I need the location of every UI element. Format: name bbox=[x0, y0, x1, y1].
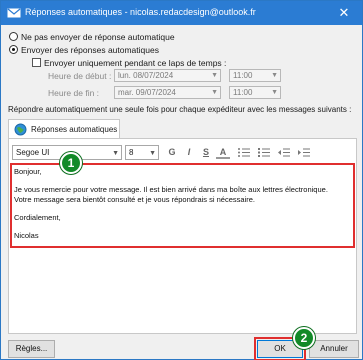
cancel-button[interactable]: Annuler bbox=[309, 340, 359, 358]
send-reply-label: Envoyer des réponses automatiques bbox=[21, 45, 159, 55]
no-reply-radio[interactable] bbox=[9, 32, 18, 41]
tab-auto-replies[interactable]: Réponses automatiques bbox=[8, 119, 120, 139]
message-line: Bonjour, bbox=[14, 167, 42, 176]
italic-button[interactable]: I bbox=[182, 146, 196, 159]
time-range-option[interactable]: Envoyer uniquement pendant ce laps de te… bbox=[32, 58, 226, 68]
time-range-label: Envoyer uniquement pendant ce laps de te… bbox=[44, 58, 227, 68]
start-time-label: Heure de début : bbox=[48, 71, 112, 81]
underline-button[interactable]: S bbox=[199, 146, 213, 159]
end-time-label: Heure de fin : bbox=[48, 88, 100, 98]
message-line: Votre message sera bientôt consulté et j… bbox=[14, 195, 255, 204]
step-badge-1: 1 bbox=[60, 152, 82, 174]
start-date-value: lun. 08/07/2024 bbox=[118, 71, 174, 80]
send-reply-radio[interactable] bbox=[9, 45, 18, 54]
message-line: Cordialement, bbox=[14, 213, 61, 222]
outlook-envelope-icon bbox=[7, 8, 21, 18]
chevron-down-icon: ▼ bbox=[271, 72, 278, 79]
auto-reply-dialog: Réponses automatiques - nicolas.redacdes… bbox=[0, 0, 363, 360]
start-date-field[interactable]: lun. 08/07/2024 ▼ bbox=[114, 69, 221, 82]
font-color-button[interactable]: A bbox=[216, 146, 230, 159]
end-time-value: 11:00 bbox=[233, 88, 253, 97]
end-date-value: mar. 09/07/2024 bbox=[118, 88, 176, 97]
chevron-down-icon: ▼ bbox=[271, 89, 278, 96]
decrease-indent-icon[interactable] bbox=[277, 147, 291, 158]
close-button[interactable]: ✕ bbox=[326, 1, 362, 25]
message-line: Je vous remercie pour votre message. Il … bbox=[14, 185, 328, 194]
globe-icon bbox=[14, 123, 27, 136]
message-editor[interactable]: Bonjour, Je vous remercie pour votre mes… bbox=[10, 164, 355, 248]
font-size-value: 8 bbox=[129, 148, 134, 157]
end-time-field[interactable]: 11:00 ▼ bbox=[229, 86, 281, 99]
font-size-select[interactable]: 8 ▼ bbox=[125, 145, 159, 160]
time-range-checkbox[interactable] bbox=[32, 58, 41, 67]
rules-button[interactable]: Règles... bbox=[8, 340, 55, 358]
chevron-down-icon: ▼ bbox=[211, 72, 218, 79]
chevron-down-icon: ▼ bbox=[149, 150, 156, 157]
font-value: Segoe UI bbox=[16, 148, 50, 157]
bold-button[interactable]: G bbox=[165, 146, 179, 159]
step-badge-2: 2 bbox=[293, 327, 315, 349]
bullet-list-icon[interactable] bbox=[237, 147, 251, 158]
title-bar: Réponses automatiques - nicolas.redacdes… bbox=[1, 1, 362, 25]
start-time-value: 11:00 bbox=[233, 71, 253, 80]
no-reply-option[interactable]: Ne pas envoyer de réponse automatique bbox=[9, 32, 175, 42]
chevron-down-icon: ▼ bbox=[112, 150, 119, 157]
no-reply-label: Ne pas envoyer de réponse automatique bbox=[21, 32, 175, 42]
numbered-list-icon[interactable] bbox=[257, 147, 271, 158]
end-date-field[interactable]: mar. 09/07/2024 ▼ bbox=[114, 86, 221, 99]
instruction-text: Répondre automatiquement une seule fois … bbox=[8, 105, 352, 114]
tab-label: Réponses automatiques bbox=[31, 125, 118, 134]
start-time-field[interactable]: 11:00 ▼ bbox=[229, 69, 281, 82]
increase-indent-icon[interactable] bbox=[297, 147, 311, 158]
send-reply-option[interactable]: Envoyer des réponses automatiques bbox=[9, 45, 159, 55]
message-line: Nicolas bbox=[14, 231, 39, 240]
chevron-down-icon: ▼ bbox=[211, 89, 218, 96]
window-title: Réponses automatiques - nicolas.redacdes… bbox=[25, 7, 256, 17]
